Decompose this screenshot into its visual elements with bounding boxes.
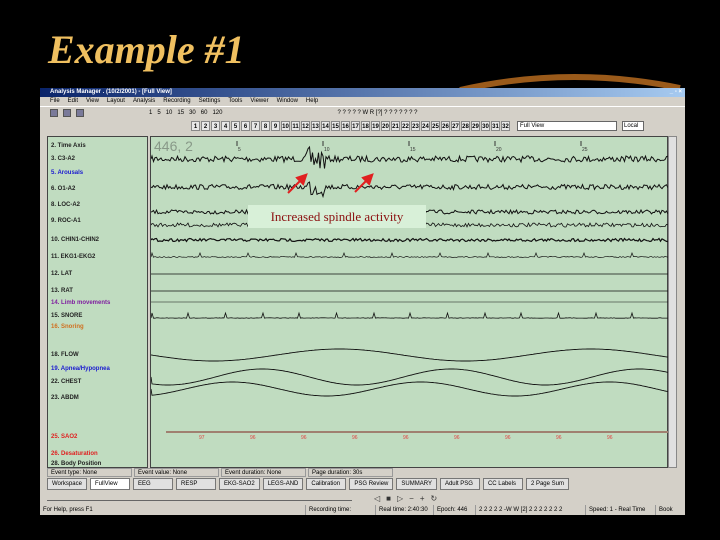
annotation-arrows bbox=[287, 173, 374, 194]
arrow-2 bbox=[354, 173, 374, 193]
arrow-1 bbox=[287, 173, 308, 194]
